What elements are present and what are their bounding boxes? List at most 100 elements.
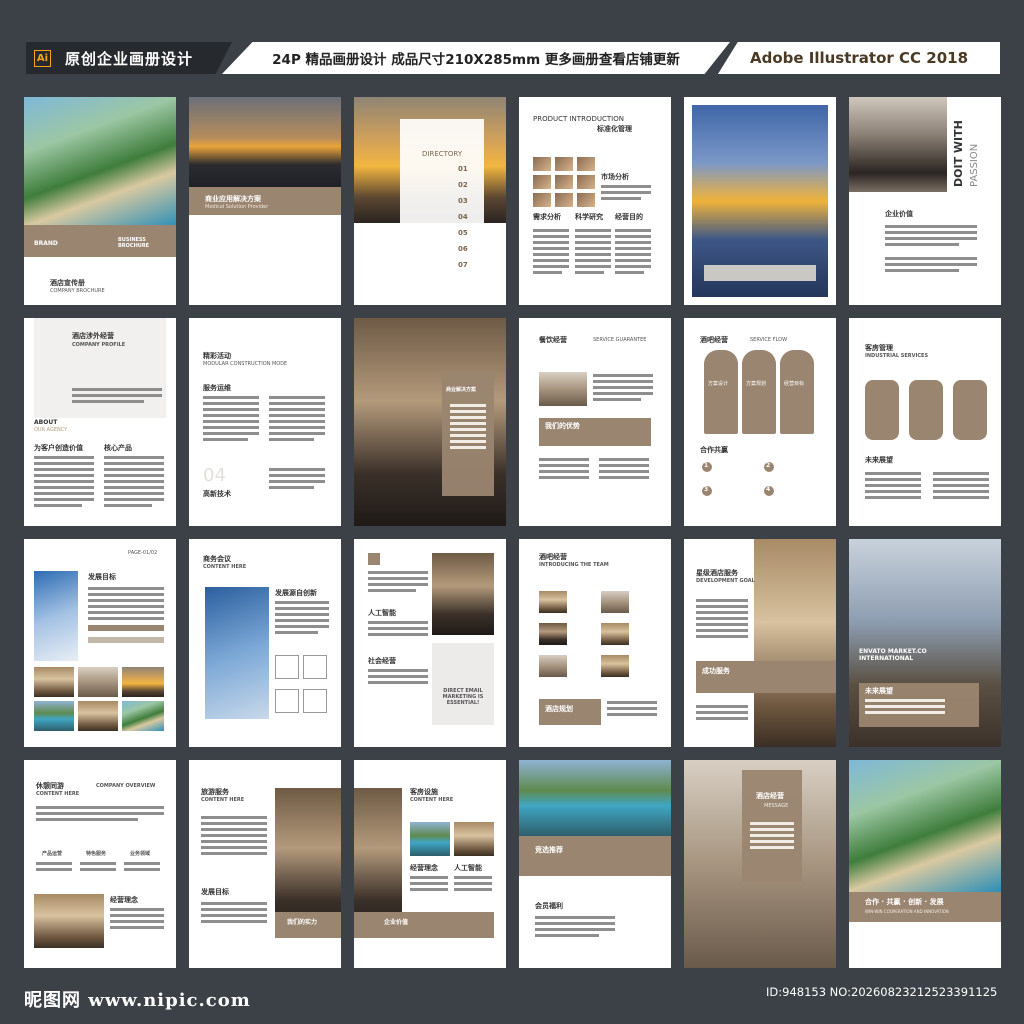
page-21-s2: 人工智能 [454,864,482,872]
page-2-title: 商业应用解决方案 [205,195,261,203]
page-7-title: 酒店涉外经营 [72,332,114,340]
page-17-band [696,661,836,693]
page-12: 客房管理 INDUSTRIAL SERVICES 未来展望 [849,318,1001,526]
page-10: 餐饮经营 SERVICE GUARANTEE 我们的优势 [519,318,671,526]
chandelier-photo [754,539,836,747]
page-1-cover: BRAND BUSINESS BROCHURE 酒店宣传册 COMPANY BR… [24,97,176,305]
step-1 [865,380,899,440]
page-7-c2: 核心产品 [104,444,132,452]
site-watermark: 昵图网 www.nipic.com [24,990,251,1011]
page-15-s2: 社会经营 [368,657,396,665]
page-13: PAGE-01/02 发展目标 [24,539,176,747]
page-3-directory: DIRECTORY 01 02 03 04 05 06 07 [354,97,506,305]
waiter-photo [849,97,947,192]
page-16-band-text: 酒店规划 [545,705,573,713]
page-4-s4: 经营目的 [615,213,643,221]
page-8-title: 精彩活动 [203,352,231,360]
page-16: 酒吧经营 INTRODUCING THE TEAM 酒店规划 [519,539,671,747]
page-4-title: PRODUCT INTRODUCTION [533,115,624,123]
dir-item-7: 07 [458,261,468,269]
page-8-s2: 高新技术 [203,490,231,498]
page-19-sub: CONTENT HERE [36,791,80,797]
illustrator-icon: Ai [34,49,51,67]
dots-bar [704,265,816,281]
page-20: 旅游服务 CONTENT HERE 发展目标 我们的实力 [189,760,341,968]
page-19-title: 休憩同游 [36,782,64,790]
page-19-title2: COMPANY OVERVIEW [96,783,156,789]
page-9: 商业解决方案 [354,318,506,526]
card-1 [704,350,738,434]
step-2 [909,380,943,440]
page-11-n1: 1 [704,462,709,469]
directory-panel [400,119,484,297]
office-photo [539,372,587,406]
page-11-n3: 3 [704,486,709,493]
page-11-s1: 合作共赢 [700,446,728,454]
page-14-s1: 发展源自创新 [275,589,317,597]
page-22-band-text: 竞选推荐 [535,846,563,854]
page-4-s1: 市场分析 [601,173,629,181]
page-13-head: PAGE-01/02 [128,550,158,556]
page-21-band [354,912,494,938]
header-right-title: Adobe Illustrator CC 2018 [749,49,969,67]
header-left-banner: Ai 原创企业画册设计 [26,42,232,74]
dir-item-3: 03 [458,197,468,205]
ballroom-photo [34,894,104,948]
page-21-band-text: 企业价值 [384,919,409,926]
page-8-sub: MODULAR CONSTRUCTION MODE [203,361,288,367]
page-7-c1: 为客户创造价值 [34,444,83,452]
page-9-title: 商业解决方案 [446,387,477,393]
page-6-sub: PASSION [969,143,980,187]
page-16-title: 酒吧经营 [539,553,567,561]
page-24-band [849,892,1001,922]
page-17-band-text: 成功服务 [702,667,730,675]
page-17-sub: DEVELOPMENT GOAL [696,578,755,584]
page-15: 人工智能 社会经营 DIRECT EMAIL MARKETING IS ESSE… [354,539,506,747]
page-24-back: 合作 · 共赢 · 创新 · 发展 WIN-WIN COOPERATION AN… [849,760,1001,968]
resort-photo [24,97,176,227]
page-23-sub: MESSAGE [764,803,789,809]
header-middle-title: 24P 精品画册设计 成品尺寸210X285mm 更多画册查看店铺更新 [272,52,680,68]
header-middle-banner: 24P 精品画册设计 成品尺寸210X285mm 更多画册查看店铺更新 [222,42,730,74]
page-4-s3: 科学研究 [575,213,603,221]
page-21: 客房设施 CONTENT HERE 经营理念 人工智能 企业价值 [354,760,506,968]
page-4: PRODUCT INTRODUCTION 标准化管理 市场分析 需求分析 科学研… [519,97,671,305]
page-15-s1: 人工智能 [368,609,396,617]
page-19-s1: 经营理念 [110,896,138,904]
page-22: 竞选推荐 会员福利 [519,760,671,968]
page-10-title: 餐饮经营 [539,336,567,344]
brochure-tag: BUSINESS BROCHURE [118,237,150,249]
page-21-s1: 经营理念 [410,864,438,872]
page-8: 精彩活动 MODULAR CONSTRUCTION MODE 服务运维 04 高… [189,318,341,526]
page-11-n4: 4 [766,486,771,493]
page-2-subtitle: Medical Solution Provider [205,204,269,210]
page-18-title: ENVATO MARKET.CO INTERNATIONAL [859,648,927,662]
page-5 [684,97,836,305]
page-18-band-text: 未来展望 [865,687,893,695]
page-20-title: 旅游服务 [201,788,229,796]
page-18: ENVATO MARKET.CO INTERNATIONAL 未来展望 [849,539,1001,747]
page-6-label: 企业价值 [885,210,913,218]
page-11-i3: 经营目标 [784,381,805,387]
page-11-title: 酒吧经营 [700,336,728,344]
page-21-title: 客房设施 [410,788,438,796]
page-16-sub: INTRODUCING THE TEAM [539,562,609,568]
page-23: 酒店经营 MESSAGE [684,760,836,968]
page-7-sub: COMPANY PROFILE [72,342,126,348]
dir-item-1: 01 [458,165,468,173]
step-3 [953,380,987,440]
page-2: 商业应用解决方案 Medical Solution Provider [189,97,341,305]
page-12-s1: 未来展望 [865,456,893,464]
page-11-sub: SERVICE FLOW [750,337,788,343]
page-11-i2: 方案规划 [746,381,767,387]
card-2 [742,350,776,434]
header-right-banner: Adobe Illustrator CC 2018 [718,42,1000,74]
page-8-num: 04 [203,465,226,486]
page-11-i1: 方案设计 [708,381,729,387]
page-20-s1: 发展目标 [201,888,229,896]
page-6: DOIT WITH PASSION 企业价值 [849,97,1001,305]
card-3 [780,350,814,434]
header-left-title: 原创企业画册设计 [65,49,194,68]
email-text: DIRECT EMAIL MARKETING IS ESSENTIAL! [442,688,484,706]
page-7: 酒店涉外经营 COMPANY PROFILE ABOUT OUR AGENCY … [24,318,176,526]
